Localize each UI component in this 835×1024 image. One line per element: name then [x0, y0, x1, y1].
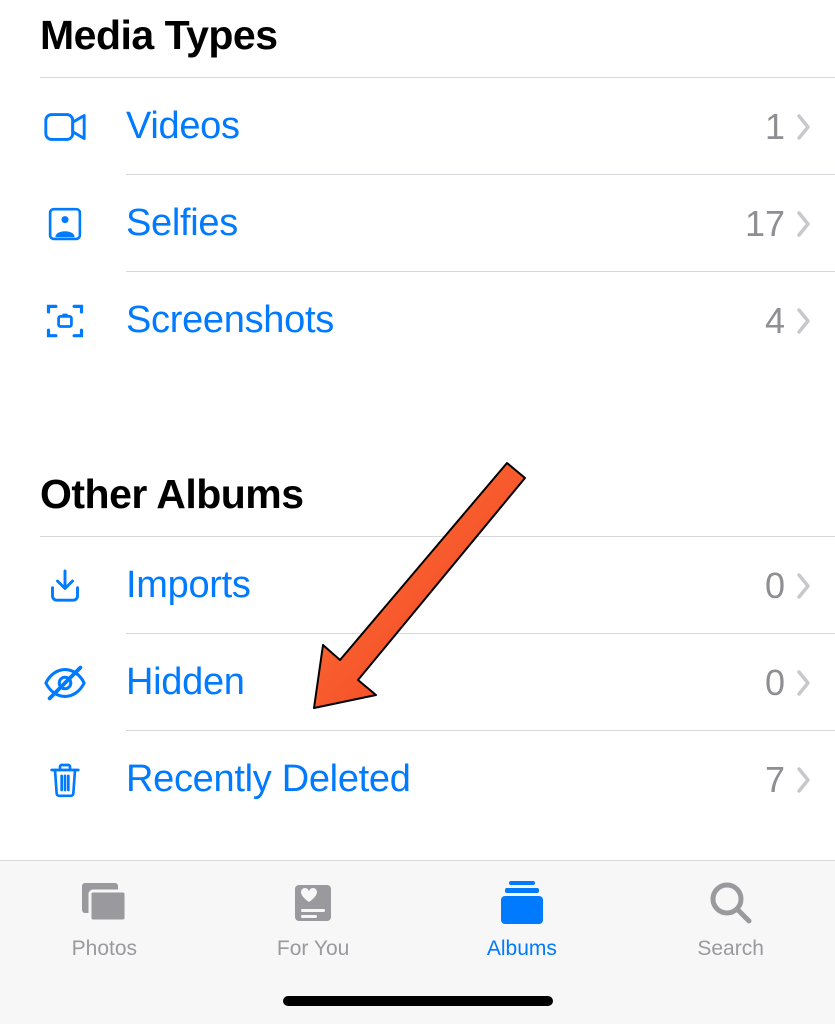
row-imports[interactable]: Imports 0 [0, 537, 835, 634]
trash-icon [40, 755, 90, 805]
row-count: 0 [765, 662, 785, 704]
foryou-tab-icon [283, 875, 343, 931]
section-other-albums: Other Albums Imports 0 [0, 459, 835, 828]
chevron-right-icon [791, 663, 817, 703]
albums-tab-icon [492, 875, 552, 931]
chevron-right-icon [791, 107, 817, 147]
import-icon [40, 561, 90, 611]
row-count: 1 [765, 106, 785, 148]
home-indicator[interactable] [283, 996, 553, 1006]
row-label: Selfies [126, 202, 745, 245]
row-label: Screenshots [126, 299, 765, 342]
row-recently-deleted[interactable]: Recently Deleted 7 [0, 731, 835, 828]
tab-photos[interactable]: Photos [0, 875, 209, 1024]
tab-search[interactable]: Search [626, 875, 835, 1024]
tab-bar: Photos For You Albums [0, 860, 835, 1024]
row-count: 4 [765, 300, 785, 342]
tab-label: Search [697, 937, 764, 961]
row-screenshots[interactable]: Screenshots 4 [0, 272, 835, 369]
tab-label: Albums [487, 937, 557, 961]
tab-label: For You [277, 937, 349, 961]
row-count: 17 [745, 203, 785, 245]
row-label: Imports [126, 564, 765, 607]
section-media-types: Media Types Videos 1 [0, 0, 835, 369]
row-videos[interactable]: Videos 1 [0, 78, 835, 175]
row-label: Recently Deleted [126, 758, 765, 801]
section-title: Media Types [0, 0, 835, 77]
row-label: Videos [126, 105, 765, 148]
tab-label: Photos [72, 937, 137, 961]
row-selfies[interactable]: Selfies 17 [0, 175, 835, 272]
row-hidden[interactable]: Hidden 0 [0, 634, 835, 731]
screenshot-icon [40, 296, 90, 346]
row-label: Hidden [126, 661, 765, 704]
selfie-icon [40, 199, 90, 249]
chevron-right-icon [791, 204, 817, 244]
photos-tab-icon [74, 875, 134, 931]
chevron-right-icon [791, 760, 817, 800]
row-count: 0 [765, 565, 785, 607]
search-tab-icon [701, 875, 761, 931]
section-title: Other Albums [0, 459, 835, 536]
video-icon [40, 102, 90, 152]
row-count: 7 [765, 759, 785, 801]
chevron-right-icon [791, 566, 817, 606]
chevron-right-icon [791, 301, 817, 341]
hidden-icon [40, 658, 90, 708]
